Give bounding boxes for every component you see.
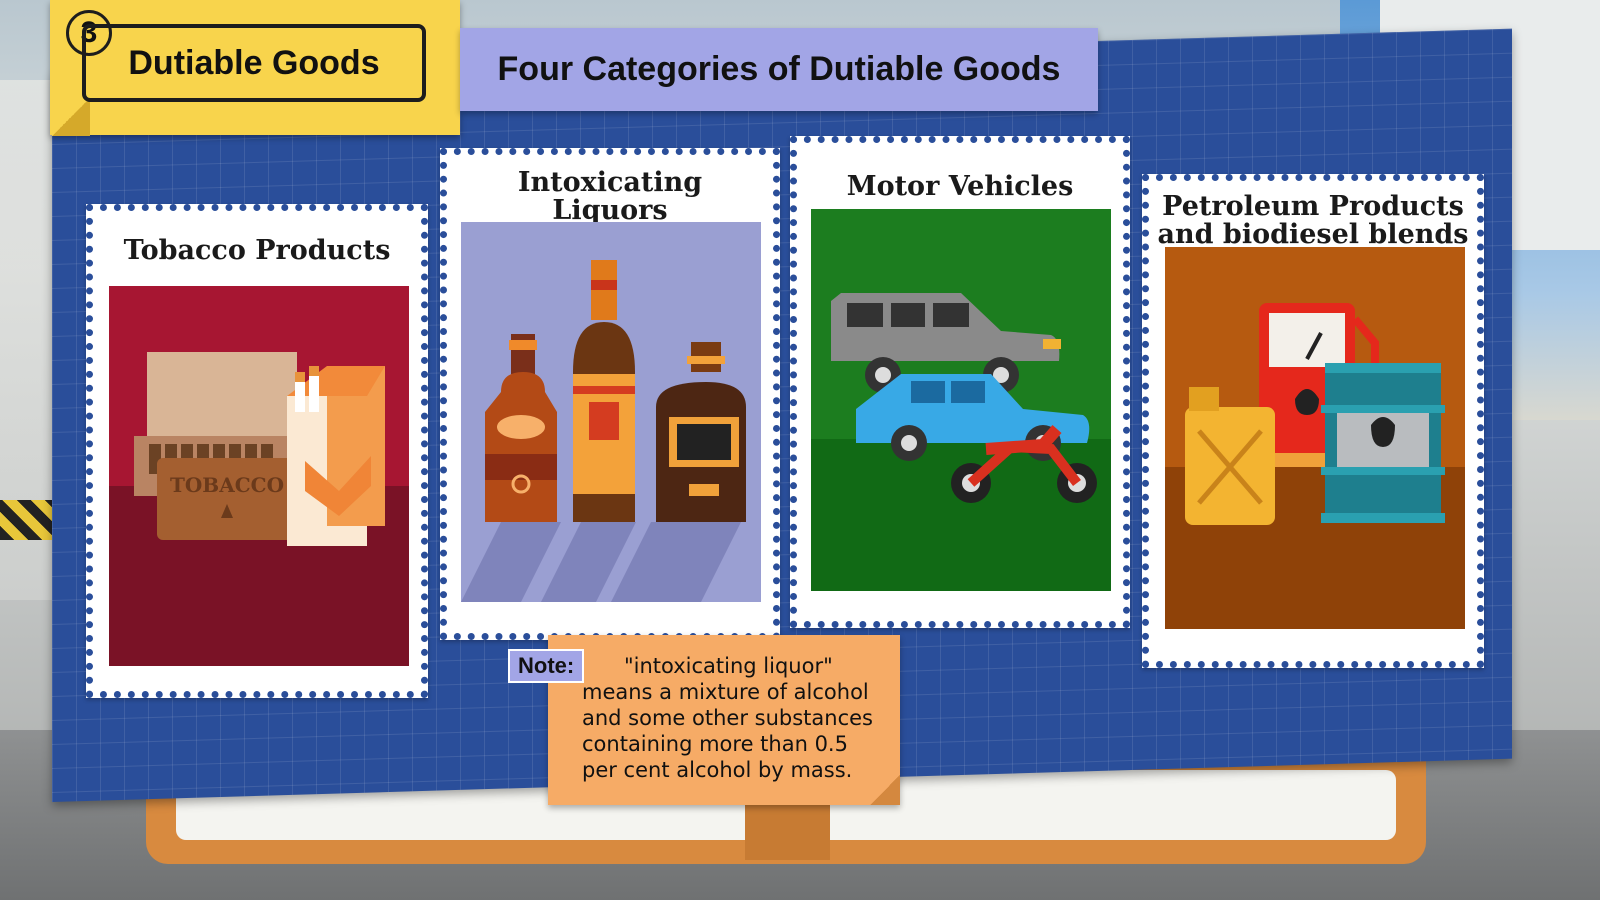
category-card-petroleum[interactable]: Petroleum Products and biodiesel blends (1142, 174, 1484, 668)
note-line: containing more than 0.5 (582, 732, 848, 756)
liquor-illustration (461, 222, 761, 602)
category-title: Intoxicating Liquors (517, 167, 703, 226)
note-line: means a mixture of alcohol (582, 680, 869, 704)
category-title: Petroleum Products and biodiesel blends (1157, 191, 1469, 250)
note-line: "intoxicating liquor" (624, 654, 833, 678)
note-line: per cent alcohol by mass. (582, 758, 853, 782)
category-title: Tobacco Products (123, 235, 391, 266)
section-title: Dutiable Goods (82, 24, 426, 102)
page-heading: Four Categories of Dutiable Goods (460, 28, 1098, 111)
car-icon (811, 209, 1111, 591)
category-card-tobacco[interactable]: Tobacco Products TOBACCO (86, 204, 428, 698)
background-barrier (0, 500, 60, 540)
tobacco-illustration: TOBACCO (109, 286, 409, 666)
note-text: "intoxicating liquor" means a mixture of… (582, 653, 892, 783)
svg-text:TOBACCO: TOBACCO (170, 473, 284, 497)
vehicles-illustration (811, 209, 1111, 591)
section-tag-curl (52, 98, 90, 136)
category-card-motor-vehicles[interactable]: Motor Vehicles (790, 136, 1130, 628)
category-card-liquors[interactable]: Intoxicating Liquors (440, 148, 780, 640)
note-label: Note: (508, 649, 585, 683)
fuel-pump-icon (1165, 247, 1465, 629)
note-curl (870, 775, 900, 805)
tobacco-icon: TOBACCO (109, 286, 409, 666)
note-line: and some other substances (582, 706, 873, 730)
petroleum-illustration (1165, 247, 1465, 629)
bottles-icon (461, 222, 761, 602)
note-card: Note: "intoxicating liquor" means a mixt… (508, 635, 900, 805)
category-title: Motor Vehicles (846, 171, 1074, 202)
